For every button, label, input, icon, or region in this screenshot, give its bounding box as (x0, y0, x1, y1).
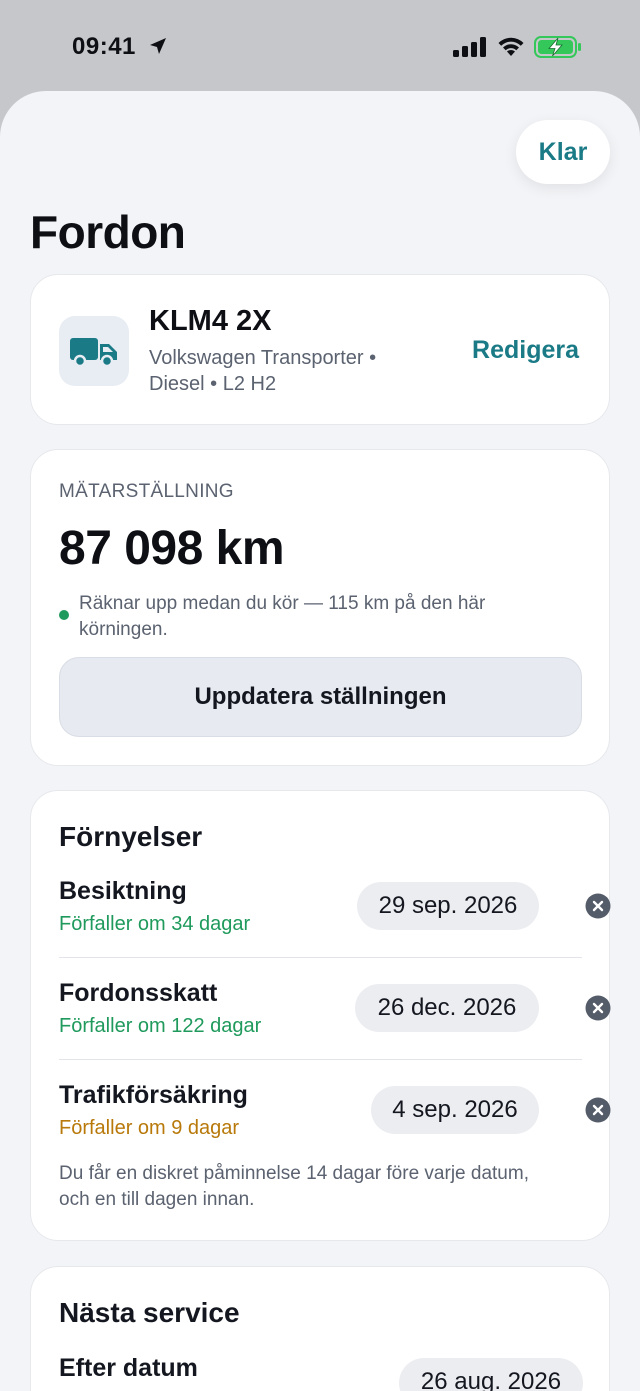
status-bar: 09:41 (0, 0, 640, 92)
odometer-note: Räknar upp medan du kör — 115 km på den … (79, 593, 486, 640)
status-time: 09:41 (72, 33, 136, 60)
edit-vehicle-button[interactable]: Redigera (472, 336, 579, 365)
renewal-row-besiktning: Besiktning Förfaller om 34 dagar 29 sep.… (59, 877, 611, 977)
renewals-card: Förnyelser Besiktning Förfaller om 34 da… (30, 790, 611, 1241)
odometer-label: MÄTARSTÄLLNING (59, 481, 234, 502)
battery-charging-icon (534, 36, 581, 58)
vehicle-plate: KLM4 2X (149, 305, 272, 337)
live-status-dot-icon (59, 610, 69, 620)
renewal-name: Trafikförsäkring (59, 1081, 248, 1109)
row-divider (59, 957, 582, 958)
renewal-name: Fordonsskatt (59, 979, 218, 1007)
page-title: Fordon (30, 206, 186, 258)
service-by-date-label: Efter datum (59, 1354, 198, 1382)
update-odometer-button[interactable]: Uppdatera ställningen (59, 657, 582, 737)
renewal-name: Besiktning (59, 877, 187, 905)
renewal-due: Förfaller om 9 dagar (59, 1117, 240, 1139)
renewals-title: Förnyelser (59, 821, 203, 852)
renewal-date-pill[interactable]: 4 sep. 2026 (371, 1086, 539, 1134)
renewal-date-pill[interactable]: 29 sep. 2026 (357, 882, 539, 930)
wifi-icon (498, 37, 524, 56)
cellular-signal-icon (453, 37, 486, 57)
renewals-footnote: Du får en diskret påminnelse 14 dagar fö… (59, 1163, 529, 1210)
vehicle-card: KLM4 2X Volkswagen Transporter • Diesel … (30, 274, 610, 425)
renewal-due: Förfaller om 122 dagar (59, 1015, 262, 1037)
clear-date-icon[interactable] (585, 893, 611, 919)
renewal-row-fordonsskatt: Fordonsskatt Förfaller om 122 dagar 26 d… (59, 979, 611, 1079)
odometer-value: 87 098 km (59, 522, 285, 575)
service-date-pill[interactable]: 26 aug. 2026 (399, 1358, 583, 1391)
vehicle-icon-tile (59, 316, 129, 386)
renewal-due: Förfaller om 34 dagar (59, 913, 251, 935)
odometer-card: MÄTARSTÄLLNING 87 098 km Räknar upp meda… (30, 449, 610, 766)
clear-date-icon[interactable] (585, 995, 611, 1021)
row-divider (59, 1059, 582, 1060)
done-button[interactable]: Klar (516, 120, 610, 184)
clear-date-icon[interactable] (585, 1097, 611, 1123)
service-card: Nästa service Efter datum 26 aug. 2026 (30, 1266, 610, 1391)
location-arrow-icon (150, 38, 166, 54)
truck-icon (70, 338, 117, 368)
vehicle-description: Volkswagen Transporter • Diesel • L2 H2 (149, 347, 377, 395)
service-title: Nästa service (59, 1297, 240, 1328)
renewal-date-pill[interactable]: 26 dec. 2026 (355, 984, 539, 1032)
